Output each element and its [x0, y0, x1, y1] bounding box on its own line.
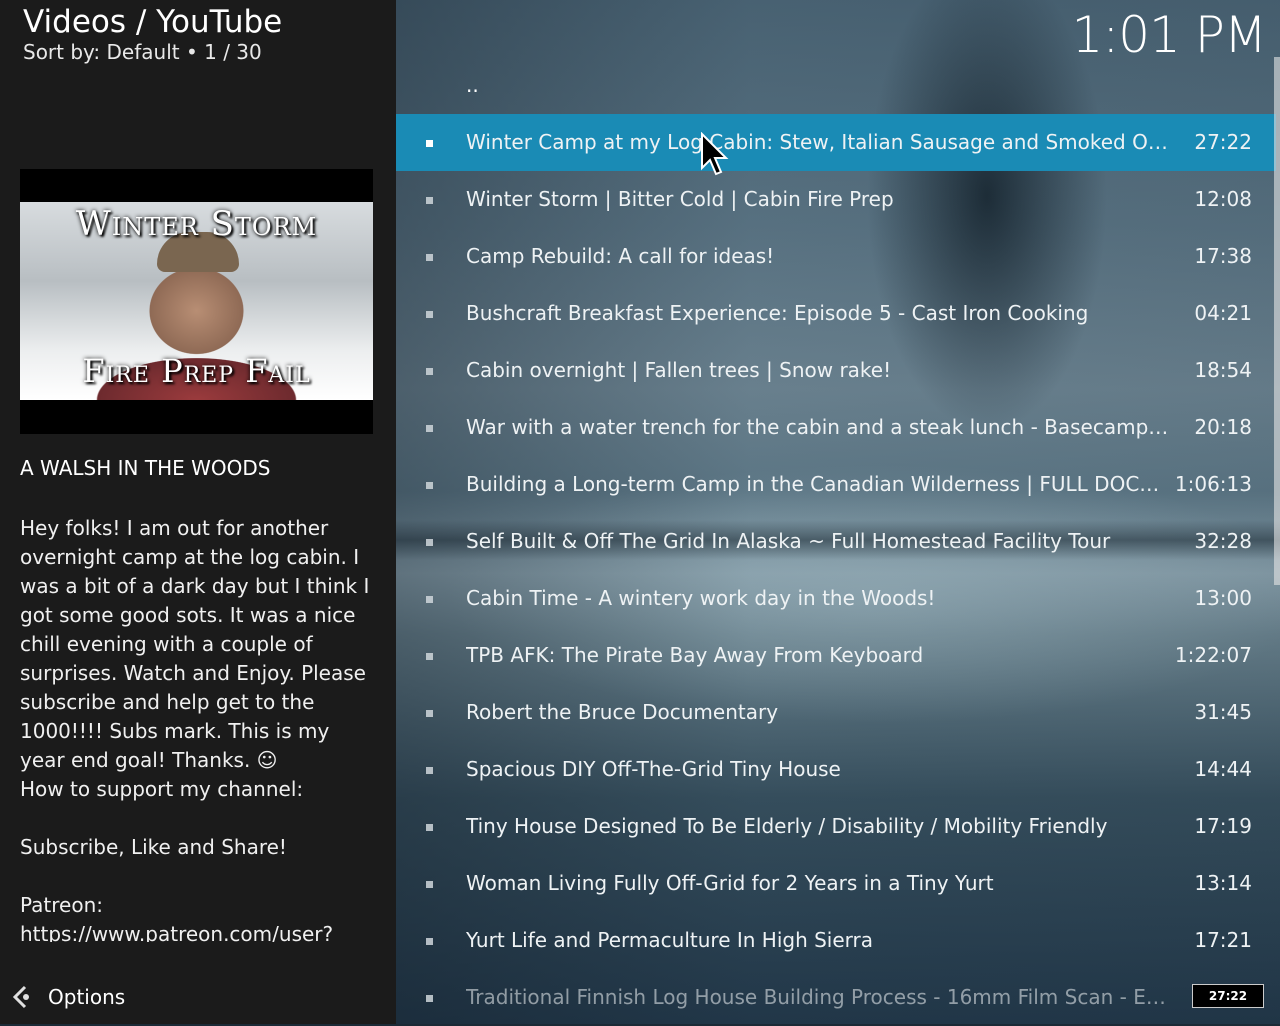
list-item-duration: 20:18	[1194, 415, 1252, 439]
list-item-duration: 14:44	[1194, 757, 1252, 781]
list-bullet-icon	[426, 653, 433, 660]
list-bullet-icon	[426, 938, 433, 945]
list-item[interactable]: Cabin Time - A wintery work day in the W…	[396, 570, 1276, 627]
list-item-title: Self Built & Off The Grid In Alaska ~ Fu…	[466, 529, 1111, 553]
list-item-title: Traditional Finnish Log House Building P…	[466, 985, 1171, 1009]
page-title: Videos / YouTube	[23, 4, 283, 40]
options-button[interactable]: Options	[8, 982, 125, 1012]
list-item-title: Yurt Life and Permaculture In High Sierr…	[466, 928, 874, 952]
video-thumbnail: Winter Storm Fire Prep Fail	[20, 169, 373, 434]
list-bullet-icon	[426, 425, 433, 432]
parent-folder-label: ..	[466, 73, 479, 97]
list-item[interactable]: Yurt Life and Permaculture In High Sierr…	[396, 912, 1276, 969]
list-bullet-icon	[426, 710, 433, 717]
thumbnail-caption-bottom: Fire Prep Fail	[82, 352, 311, 390]
list-item-title: Woman Living Fully Off-Grid for 2 Years …	[466, 871, 994, 895]
mouse-cursor-icon	[701, 132, 729, 176]
list-item-title: TPB AFK: The Pirate Bay Away From Keyboa…	[466, 643, 924, 667]
duration-tooltip: 27:22	[1192, 984, 1264, 1008]
clock: 1:01 PM	[1071, 6, 1267, 64]
list-item-duration: 1:22:07	[1174, 643, 1252, 667]
list-item-title: Winter Camp at my Log Cabin: Stew, Itali…	[466, 130, 1171, 154]
list-item-title: Cabin overnight | Fallen trees | Snow ra…	[466, 358, 892, 382]
list-item-title: Winter Storm | Bitter Cold | Cabin Fire …	[466, 187, 894, 211]
list-item[interactable]: Traditional Finnish Log House Building P…	[396, 969, 1276, 1026]
list-bullet-icon	[426, 254, 433, 261]
list-bullet-icon	[426, 767, 433, 774]
video-list: .. Winter Camp at my Log Cabin: Stew, It…	[396, 57, 1276, 1026]
list-bullet-icon	[426, 539, 433, 546]
channel-name: A WALSH IN THE WOODS	[20, 456, 271, 480]
list-item-duration: 31:45	[1194, 700, 1252, 724]
thumbnail-caption-top: Winter Storm	[75, 204, 318, 244]
list-item-duration: 13:14	[1194, 871, 1252, 895]
list-item-title: Spacious DIY Off-The-Grid Tiny House	[466, 757, 841, 781]
list-bullet-icon	[426, 995, 433, 1002]
list-item-title: Building a Long-term Camp in the Canadia…	[466, 472, 1171, 496]
thumbnail-image: Winter Storm Fire Prep Fail	[20, 202, 373, 400]
list-item[interactable]: War with a water trench for the cabin an…	[396, 399, 1276, 456]
list-item[interactable]: Winter Storm | Bitter Cold | Cabin Fire …	[396, 171, 1276, 228]
list-item-duration: 18:54	[1194, 358, 1252, 382]
list-item[interactable]: TPB AFK: The Pirate Bay Away From Keyboa…	[396, 627, 1276, 684]
list-item[interactable]: Building a Long-term Camp in the Canadia…	[396, 456, 1276, 513]
options-chevron-icon	[12, 985, 29, 1009]
list-item[interactable]: Tiny House Designed To Be Elderly / Disa…	[396, 798, 1276, 855]
list-item-title: Bushcraft Breakfast Experience: Episode …	[466, 301, 1089, 325]
list-bullet-icon	[426, 368, 433, 375]
list-item[interactable]: Winter Camp at my Log Cabin: Stew, Itali…	[396, 114, 1276, 171]
list-item[interactable]: Woman Living Fully Off-Grid for 2 Years …	[396, 855, 1276, 912]
list-item-duration: 04:21	[1194, 301, 1252, 325]
list-bullet-icon	[426, 482, 433, 489]
list-bullet-icon	[426, 824, 433, 831]
sort-and-count: Sort by: Default • 1 / 30	[23, 40, 262, 64]
video-description: Hey folks! I am out for another overnigh…	[20, 516, 370, 942]
list-item-duration: 1:06:13	[1174, 472, 1252, 496]
list-bullet-icon	[426, 596, 433, 603]
list-item[interactable]: Robert the Bruce Documentary 31:45	[396, 684, 1276, 741]
list-item-title: Cabin Time - A wintery work day in the W…	[466, 586, 936, 610]
list-item-duration: 13:00	[1194, 586, 1252, 610]
list-scrollbar[interactable]	[1274, 57, 1280, 585]
list-item-title: Robert the Bruce Documentary	[466, 700, 779, 724]
list-bullet-icon	[426, 140, 433, 147]
list-item-duration: 32:28	[1194, 529, 1252, 553]
list-bullet-icon	[426, 197, 433, 204]
list-item[interactable]: Bushcraft Breakfast Experience: Episode …	[396, 285, 1276, 342]
list-item-title: Camp Rebuild: A call for ideas!	[466, 244, 775, 268]
list-item-title: Tiny House Designed To Be Elderly / Disa…	[466, 814, 1108, 838]
list-item-parent[interactable]: ..	[396, 57, 1276, 114]
list-item-duration: 27:22	[1194, 130, 1252, 154]
options-label: Options	[48, 985, 126, 1009]
list-bullet-icon	[426, 311, 433, 318]
list-item-title: War with a water trench for the cabin an…	[466, 415, 1171, 439]
list-item-duration: 12:08	[1194, 187, 1252, 211]
list-item[interactable]: Spacious DIY Off-The-Grid Tiny House 14:4…	[396, 741, 1276, 798]
list-item-duration: 17:19	[1194, 814, 1252, 838]
list-item[interactable]: Self Built & Off The Grid In Alaska ~ Fu…	[396, 513, 1276, 570]
list-item[interactable]: Camp Rebuild: A call for ideas! 17:38	[396, 228, 1276, 285]
list-item-duration: 17:38	[1194, 244, 1252, 268]
info-panel: Videos / YouTube Sort by: Default • 1 / …	[0, 0, 396, 1024]
list-bullet-icon	[426, 881, 433, 888]
list-item[interactable]: Cabin overnight | Fallen trees | Snow ra…	[396, 342, 1276, 399]
list-item-duration: 17:21	[1194, 928, 1252, 952]
